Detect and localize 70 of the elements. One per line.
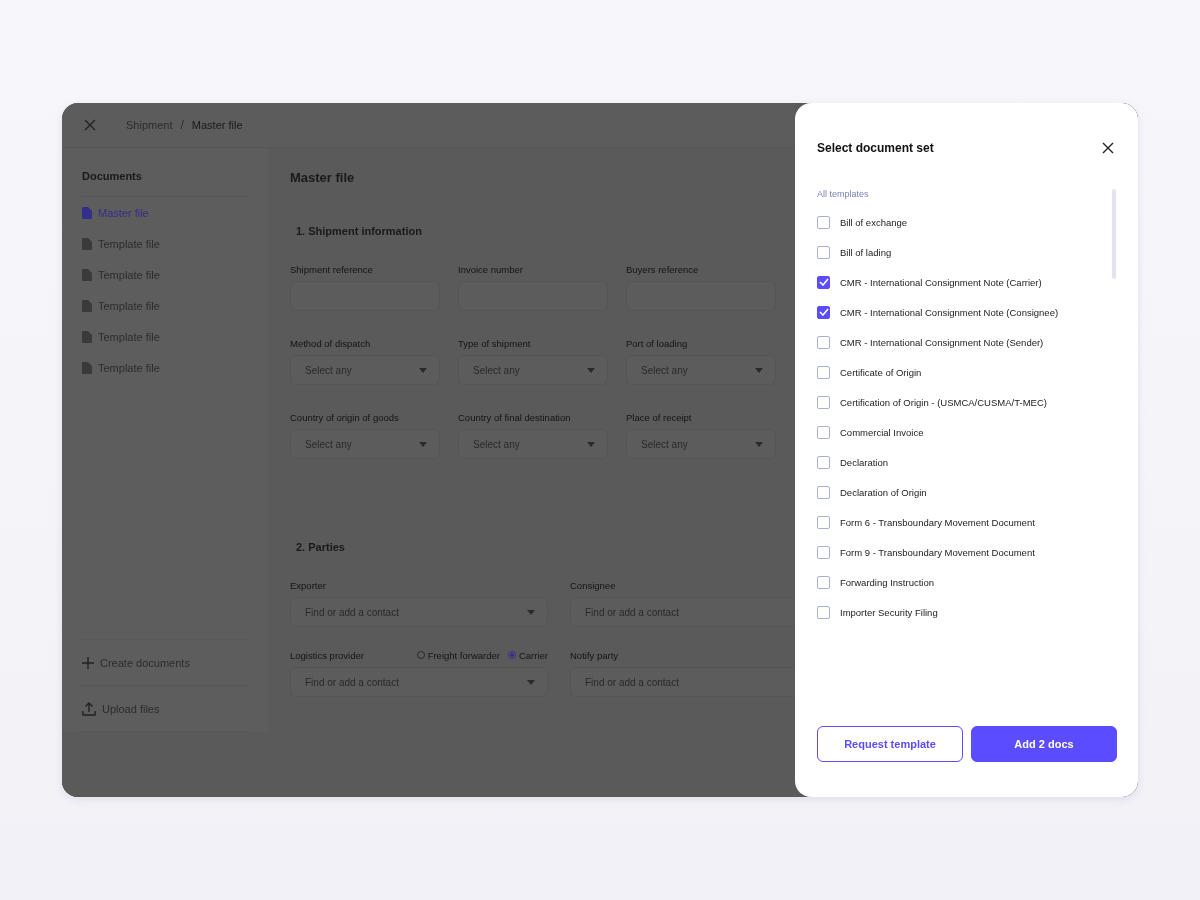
checkbox[interactable] xyxy=(817,485,830,499)
upload-icon xyxy=(82,701,96,716)
checkbox-label[interactable]: Declaration of Origin xyxy=(840,486,927,498)
document-icon xyxy=(82,206,92,219)
checkbox[interactable] xyxy=(817,545,830,559)
caret-icon xyxy=(419,367,427,373)
field-label: Type of shipment xyxy=(458,337,532,349)
checkbox[interactable] xyxy=(817,605,830,619)
checkbox-label[interactable]: Certification of Origin - (USMCA/CUSMA/T-MEC) xyxy=(840,396,1047,408)
caret-icon xyxy=(527,679,535,685)
checkbox-label[interactable]: Declaration xyxy=(840,456,889,468)
checkbox[interactable] xyxy=(817,335,830,349)
checkbox-label[interactable]: Importer Security Filing xyxy=(840,606,938,618)
field-label: Method of dispatch xyxy=(290,337,372,349)
checkbox[interactable] xyxy=(817,455,830,469)
field-label: Country of final destination xyxy=(458,411,572,423)
checkbox-label[interactable]: Certificate of Origin xyxy=(840,366,922,378)
sidebar-title: Documents xyxy=(82,170,143,184)
radio-option[interactable]: Freight forwarder xyxy=(416,649,500,661)
checkbox[interactable] xyxy=(817,395,830,409)
group-label: All templates xyxy=(817,189,870,199)
checkbox-label[interactable]: CMR - International Consignment Note (Sender) xyxy=(840,336,1044,348)
checkbox[interactable] xyxy=(817,275,830,289)
checkbox-label[interactable]: Forwarding Instruction xyxy=(840,576,934,588)
radio-option[interactable]: Carrier xyxy=(507,649,548,661)
checkbox-label[interactable]: Commercial Invoice xyxy=(840,426,924,438)
checkbox[interactable] xyxy=(817,215,830,229)
field-label: Notify party xyxy=(570,649,620,661)
document-icon xyxy=(82,299,92,312)
checkbox[interactable] xyxy=(817,305,830,319)
add-docs-button[interactable]: Add 2 docs xyxy=(971,726,1117,762)
field-label: Place of receipt xyxy=(626,411,693,423)
checkbox[interactable] xyxy=(817,365,830,379)
field-label: Consignee xyxy=(570,579,617,591)
checkbox-label[interactable]: CMR - International Consignment Note (Consignee) xyxy=(840,306,1059,318)
caret-icon xyxy=(755,367,763,373)
drawer-title: Select document set xyxy=(817,141,934,155)
close-icon[interactable] xyxy=(1102,142,1114,154)
breadcrumb-separator: / xyxy=(180,118,184,132)
plus-icon xyxy=(82,656,94,669)
checkbox[interactable] xyxy=(817,245,830,259)
checkbox-label[interactable]: Bill of exchange xyxy=(840,216,908,228)
checkbox-label[interactable]: Form 6 - Transboundary Movement Document xyxy=(840,516,1035,528)
caret-icon xyxy=(587,367,595,373)
caret-icon xyxy=(419,441,427,447)
field-label: Exporter xyxy=(290,579,327,591)
checkbox[interactable] xyxy=(817,575,830,589)
checkbox[interactable] xyxy=(817,515,830,529)
caret-icon xyxy=(527,609,535,615)
caret-icon xyxy=(755,441,763,447)
checkbox-label[interactable]: Bill of lading xyxy=(840,246,892,258)
page-title: Master file xyxy=(290,170,356,185)
section-title: 2. Parties xyxy=(295,541,346,553)
field-label: Logistics provider xyxy=(290,649,365,661)
caret-icon xyxy=(587,441,595,447)
section-title: 1. Shipment information xyxy=(295,225,423,237)
field-label: Invoice number xyxy=(458,263,524,275)
checkbox[interactable] xyxy=(817,425,830,439)
field-label: Shipment reference xyxy=(290,263,374,275)
breadcrumb-item[interactable]: Master file xyxy=(191,119,243,131)
document-icon xyxy=(82,268,92,281)
request-template-button[interactable]: Request template xyxy=(817,726,963,762)
field-label: Buyers reference xyxy=(626,263,700,275)
checkbox-label[interactable]: Form 9 - Transboundary Movement Document xyxy=(840,546,1035,558)
checkbox-label[interactable]: CMR - International Consignment Note (Carrier) xyxy=(840,276,1042,288)
field-label: Country of origin of goods xyxy=(290,411,400,423)
document-icon xyxy=(82,237,92,250)
document-icon xyxy=(82,361,92,374)
field-label: Port of loading xyxy=(626,337,689,349)
document-icon xyxy=(82,330,92,343)
